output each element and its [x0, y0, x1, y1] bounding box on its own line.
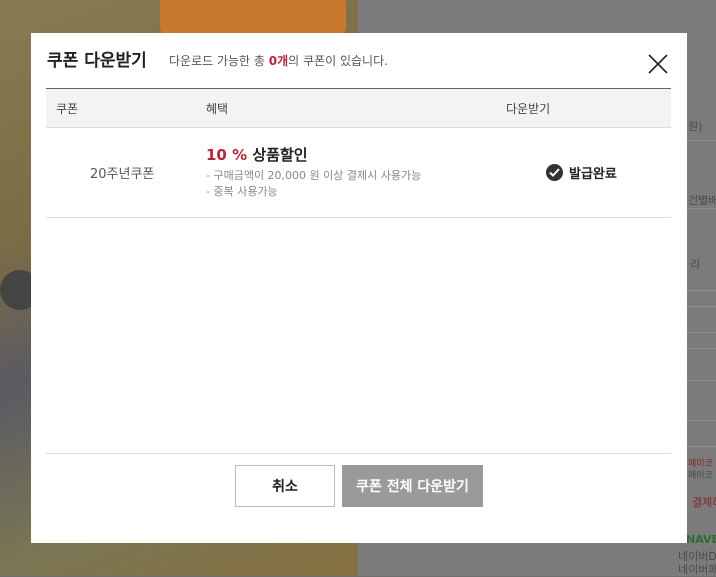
issued-status-label: 발급완료 [569, 167, 617, 182]
cancel-button[interactable]: 취소 [235, 465, 335, 507]
background-text: 원) [688, 120, 703, 133]
discount-percent: 10 % [206, 146, 248, 164]
coupon-name: 20주년쿠폰 [90, 167, 155, 182]
table-row: 20주년쿠폰 10 % 상품할인 - 구매금액이 20,000 원 이상 결제시… [46, 127, 671, 218]
background-text: 네이버페 [678, 563, 716, 576]
coupon-benefit: 10 % 상품할인 - 구매금액이 20,000 원 이상 결제시 사용가능 -… [206, 144, 421, 200]
modal-subtitle: 다운로드 가능한 총 0개의 쿠폰이 있습니다. [169, 52, 388, 69]
background-text: NAVER [686, 533, 716, 546]
column-header-coupon: 쿠폰 [56, 102, 79, 116]
benefit-note: - 구매금액이 20,000 원 이상 결제시 사용가능 [206, 169, 422, 182]
issued-status: 발급완료 [546, 163, 617, 182]
background-orange-banner [160, 0, 346, 34]
close-button[interactable] [647, 53, 669, 75]
available-coupon-count: 0개 [268, 54, 289, 68]
footer-divider [46, 453, 671, 454]
background-text: 페이코 i [688, 471, 716, 481]
modal-title: 쿠폰 다운받기 [47, 51, 147, 71]
background-text: 리 [690, 258, 701, 271]
benefit-note: - 중복 사용가능 [206, 185, 278, 198]
close-icon [648, 54, 668, 74]
background-text: 건별배 [688, 194, 716, 207]
coupon-table-header: 쿠폰 혜택 다운받기 [46, 88, 671, 128]
coupon-download-modal: 쿠폰 다운받기 다운로드 가능한 총 0개의 쿠폰이 있습니다. 쿠폰 혜택 다… [31, 33, 687, 543]
benefit-label: 상품할인 [252, 146, 308, 164]
subtitle-suffix: 의 쿠폰이 있습니다. [288, 54, 388, 68]
column-header-benefit: 혜택 [206, 102, 229, 116]
download-all-coupons-button[interactable]: 쿠폰 전체 다운받기 [342, 465, 483, 507]
check-icon [546, 164, 563, 181]
column-header-download: 다운받기 [506, 102, 551, 116]
background-text: 결제하 [692, 496, 716, 509]
subtitle-prefix: 다운로드 가능한 총 [169, 54, 269, 68]
